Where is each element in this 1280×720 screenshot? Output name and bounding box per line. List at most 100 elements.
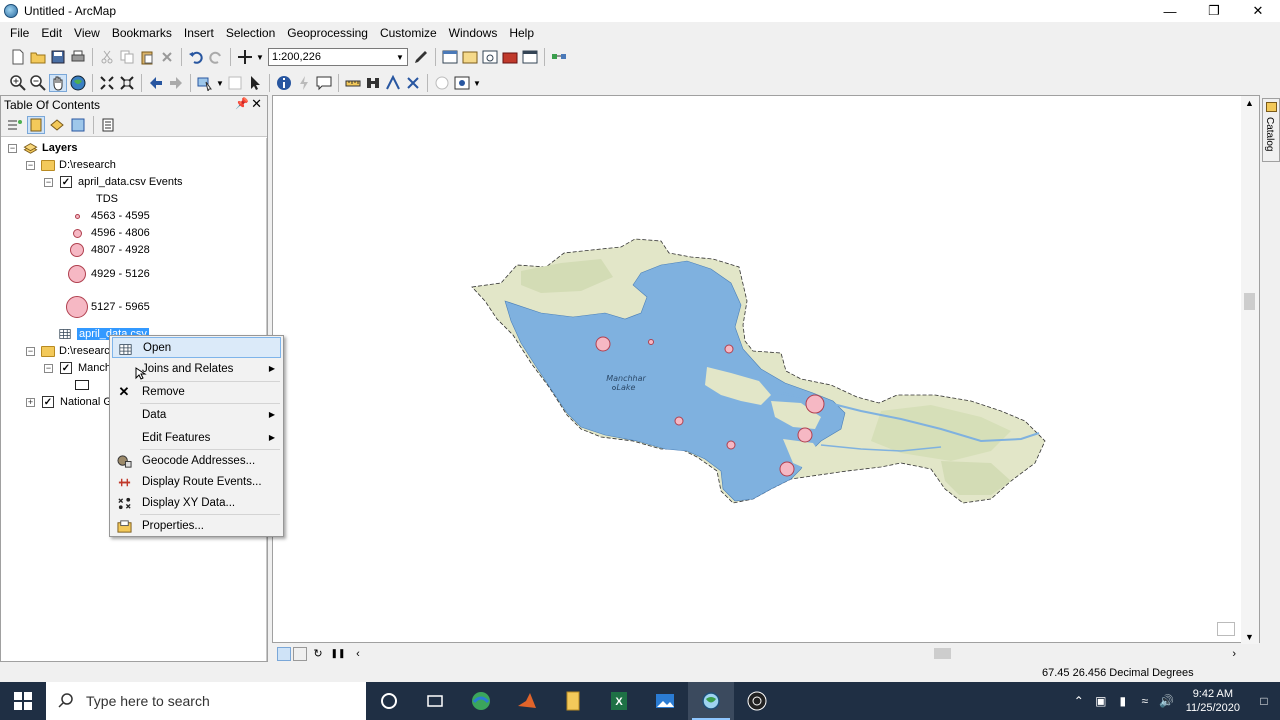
fixed-zoom-in-icon[interactable] bbox=[98, 74, 116, 92]
hyperlink-icon[interactable] bbox=[295, 74, 313, 92]
menu-edit[interactable]: Edit bbox=[35, 26, 68, 40]
chevron-down-icon[interactable]: ▼ bbox=[256, 48, 264, 66]
image-viewer-icon[interactable] bbox=[642, 682, 688, 720]
select-features-icon[interactable] bbox=[196, 74, 214, 92]
horizontal-scrollbar-thumb[interactable] bbox=[934, 648, 951, 659]
menu-file[interactable]: File bbox=[4, 26, 35, 40]
wifi-icon[interactable]: ≈ bbox=[1134, 682, 1156, 720]
edge-browser-icon[interactable] bbox=[458, 682, 504, 720]
minimize-icon[interactable]: — bbox=[1148, 0, 1192, 22]
menu-help[interactable]: Help bbox=[503, 26, 540, 40]
toc-window-icon[interactable] bbox=[441, 48, 459, 66]
menu-insert[interactable]: Insert bbox=[178, 26, 220, 40]
data-view-icon[interactable] bbox=[277, 646, 291, 661]
identify-icon[interactable] bbox=[275, 74, 293, 92]
select-elements-icon[interactable] bbox=[246, 74, 264, 92]
save-icon[interactable] bbox=[49, 48, 67, 66]
fixed-zoom-out-icon[interactable] bbox=[118, 74, 136, 92]
legend-class-3[interactable]: 4807 - 4928 bbox=[69, 241, 150, 259]
menu-bookmarks[interactable]: Bookmarks bbox=[106, 26, 178, 40]
catalog-side-tab[interactable]: Catalog bbox=[1262, 98, 1280, 162]
restore-icon[interactable]: ❐ bbox=[1192, 0, 1236, 22]
list-by-selection-icon[interactable] bbox=[69, 116, 87, 134]
menu-item-geocode-addresses[interactable]: Geocode Addresses... bbox=[112, 450, 281, 471]
full-extent-icon[interactable] bbox=[69, 74, 87, 92]
arctoolbox-icon[interactable] bbox=[501, 48, 519, 66]
redo-icon[interactable] bbox=[207, 48, 225, 66]
scroll-left-icon[interactable]: ‹ bbox=[349, 645, 367, 663]
menu-view[interactable]: View bbox=[68, 26, 106, 40]
menu-geoprocessing[interactable]: Geoprocessing bbox=[281, 26, 374, 40]
overview-icon[interactable] bbox=[1217, 622, 1235, 636]
cortana-icon[interactable] bbox=[366, 682, 412, 720]
layer-visibility-checkbox[interactable]: ✓ bbox=[60, 362, 72, 374]
undo-icon[interactable] bbox=[187, 48, 205, 66]
menu-item-display-xy-data[interactable]: Display XY Data... bbox=[112, 492, 281, 513]
time-slider-icon[interactable] bbox=[433, 74, 451, 92]
cut-icon[interactable] bbox=[98, 48, 116, 66]
print-icon[interactable] bbox=[69, 48, 87, 66]
collapse-icon[interactable]: − bbox=[44, 177, 53, 187]
zoom-out-icon[interactable] bbox=[29, 74, 47, 92]
toc-options-icon[interactable] bbox=[99, 116, 117, 134]
collapse-icon[interactable]: − bbox=[44, 363, 53, 373]
catalog-window-icon[interactable] bbox=[461, 48, 479, 66]
menu-item-display-route-events[interactable]: Display Route Events... bbox=[112, 471, 281, 492]
new-document-icon[interactable] bbox=[9, 48, 27, 66]
zoom-in-icon[interactable] bbox=[9, 74, 27, 92]
go-to-xy-icon[interactable] bbox=[404, 74, 422, 92]
legend-class-2[interactable]: 4596 - 4806 bbox=[69, 225, 150, 241]
pause-drawing-icon[interactable]: ❚❚ bbox=[329, 645, 347, 663]
map-canvas[interactable]: Manchhar Lake bbox=[273, 96, 1243, 644]
chevron-up-icon[interactable]: ⌃ bbox=[1068, 682, 1090, 720]
html-popup-icon[interactable] bbox=[315, 74, 333, 92]
open-folder-icon[interactable] bbox=[29, 48, 47, 66]
excel-icon[interactable]: X bbox=[596, 682, 642, 720]
obs-studio-icon[interactable] bbox=[734, 682, 780, 720]
python-window-icon[interactable] bbox=[521, 48, 539, 66]
search-window-icon[interactable] bbox=[481, 48, 499, 66]
delete-icon[interactable] bbox=[158, 48, 176, 66]
taskbar-search-box[interactable]: Type here to search bbox=[46, 682, 366, 720]
layer-visibility-checkbox[interactable]: ✓ bbox=[42, 396, 54, 408]
tree-row-layers[interactable]: − Layers bbox=[8, 140, 77, 156]
taskbar-clock[interactable]: 9:42 AM 11/25/2020 bbox=[1178, 687, 1248, 715]
network-share-icon[interactable]: ▣ bbox=[1090, 682, 1112, 720]
polygon-symbol[interactable] bbox=[75, 377, 89, 393]
scroll-up-icon[interactable]: ▲ bbox=[1245, 98, 1254, 108]
menu-windows[interactable]: Windows bbox=[443, 26, 504, 40]
map-vertical-scrollbar[interactable]: ▲ ▼ bbox=[1241, 96, 1259, 644]
chevron-down-icon[interactable]: ▼ bbox=[393, 49, 407, 65]
copy-icon[interactable] bbox=[118, 48, 136, 66]
model-builder-icon[interactable] bbox=[550, 48, 568, 66]
arcmap-taskbar-icon[interactable] bbox=[688, 682, 734, 720]
task-view-icon[interactable] bbox=[412, 682, 458, 720]
notification-icon[interactable]: □ bbox=[1248, 682, 1280, 720]
collapse-icon[interactable]: − bbox=[8, 143, 17, 153]
battery-icon[interactable]: ▮ bbox=[1112, 682, 1134, 720]
collapse-icon[interactable]: − bbox=[26, 346, 35, 356]
find-route-icon[interactable] bbox=[384, 74, 402, 92]
menu-item-edit-features[interactable]: Edit Features ▶ bbox=[112, 427, 281, 448]
measure-icon[interactable] bbox=[344, 74, 362, 92]
paste-icon[interactable] bbox=[138, 48, 156, 66]
volume-icon[interactable]: 🔊 bbox=[1156, 682, 1178, 720]
menu-item-data[interactable]: Data ▶ bbox=[112, 404, 281, 425]
list-by-visibility-icon[interactable] bbox=[48, 116, 66, 134]
expand-icon[interactable]: + bbox=[26, 397, 35, 407]
tree-row-folder-2[interactable]: − D:\research bbox=[26, 343, 116, 359]
clear-selection-icon[interactable] bbox=[226, 74, 244, 92]
legend-class-1[interactable]: 4563 - 4595 bbox=[69, 208, 150, 224]
menu-item-remove[interactable]: ✕ Remove bbox=[112, 381, 281, 402]
scrollbar-thumb[interactable] bbox=[1244, 293, 1255, 310]
layout-view-icon[interactable] bbox=[293, 646, 307, 661]
map-scale-select[interactable]: 1:200,226 ▼ bbox=[268, 48, 408, 66]
scroll-right-icon[interactable]: › bbox=[1232, 648, 1236, 660]
windows-start-icon[interactable] bbox=[0, 682, 46, 720]
close-icon[interactable]: ✕ bbox=[251, 96, 262, 112]
legend-class-4[interactable]: 4929 - 5126 bbox=[67, 262, 150, 286]
legend-class-5[interactable]: 5127 - 5965 bbox=[65, 294, 150, 320]
add-data-icon[interactable] bbox=[236, 48, 254, 66]
create-viewer-icon[interactable] bbox=[453, 74, 471, 92]
matlab-icon[interactable] bbox=[504, 682, 550, 720]
